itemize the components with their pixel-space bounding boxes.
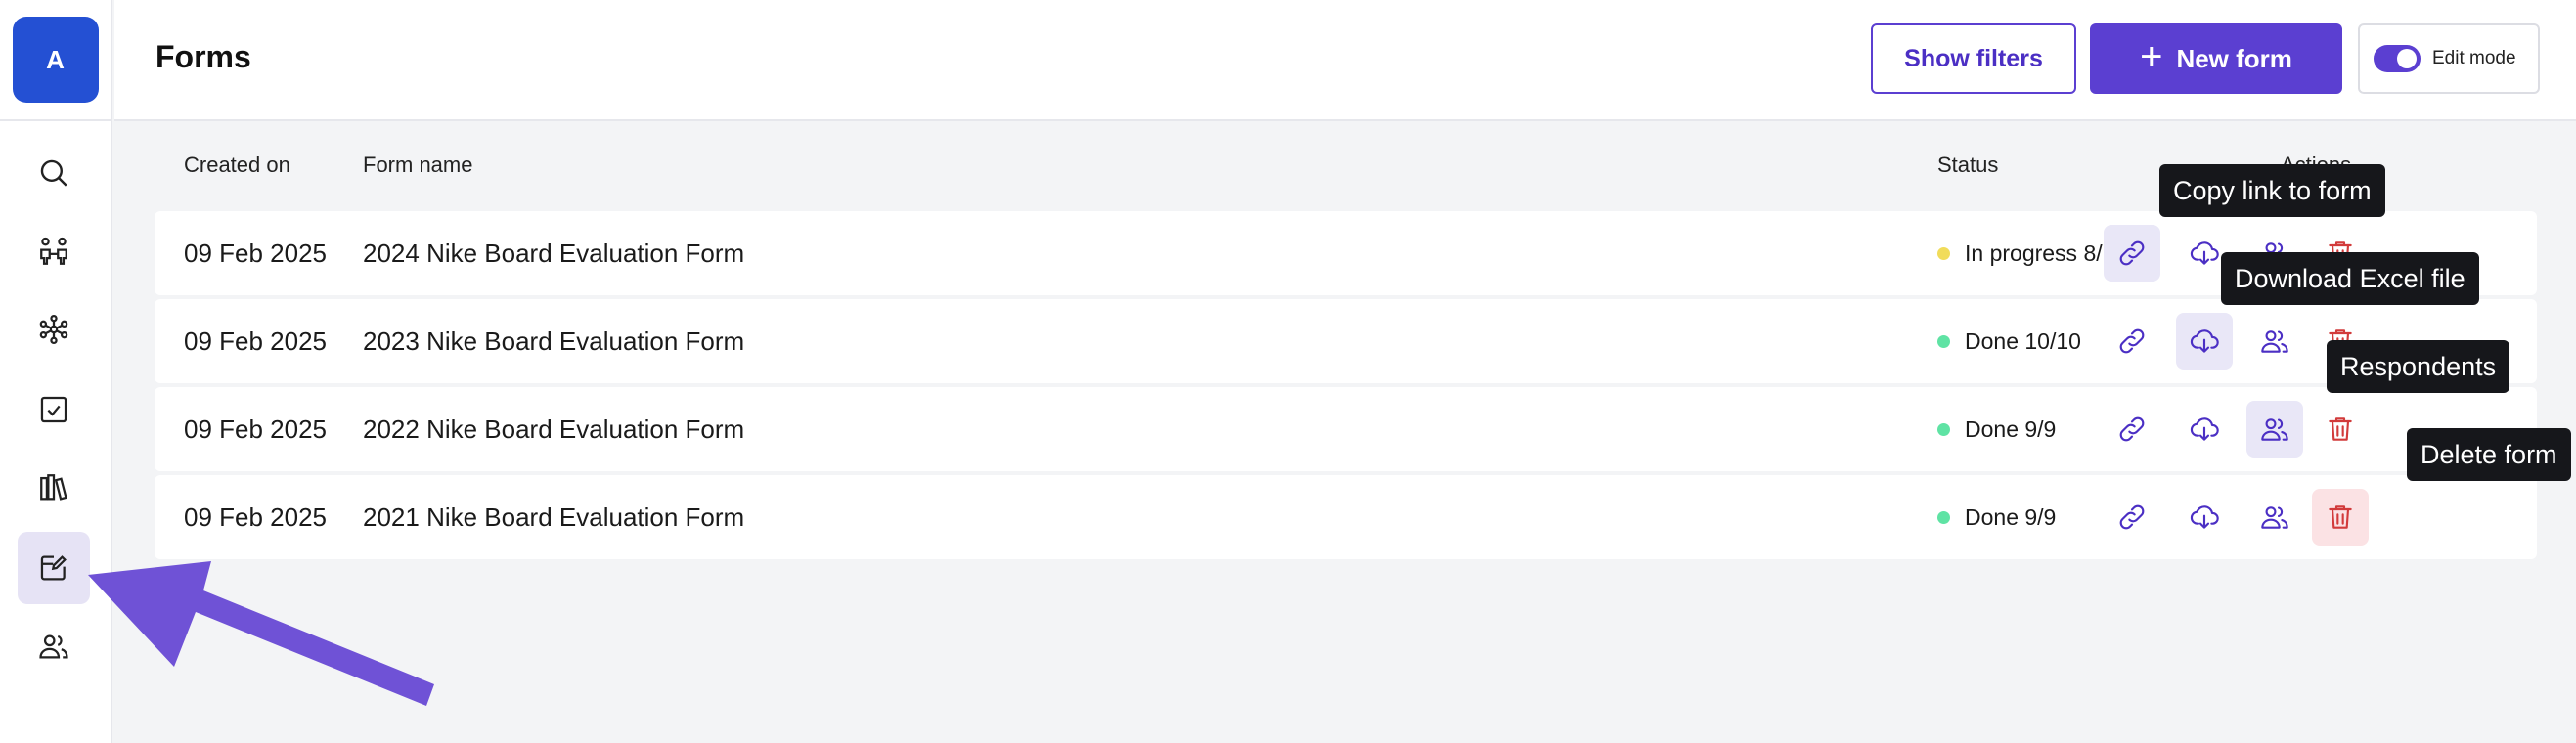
library-icon — [40, 474, 67, 501]
users-icon — [2261, 418, 2288, 441]
logo-area: A — [0, 0, 111, 121]
page-title: Forms — [155, 39, 251, 74]
users-icon — [39, 634, 68, 659]
respondents-button[interactable] — [2246, 401, 2303, 458]
created-on-cell: 09 Feb 2025 — [184, 414, 328, 444]
plus-icon: + — [2140, 35, 2163, 78]
download-excel-button[interactable] — [2176, 489, 2233, 546]
created-on-cell: 09 Feb 2025 — [184, 502, 328, 532]
table-row[interactable]: 09 Feb 2025 2022 Nike Board Evaluation Fo… — [155, 387, 2537, 471]
new-form-label: New form — [2176, 43, 2292, 73]
sidebar: A — [0, 0, 112, 743]
respondents-button[interactable] — [2246, 313, 2303, 370]
edit-mode-label: Edit mode — [2432, 48, 2516, 68]
show-filters-button[interactable]: Show filters — [1871, 23, 2076, 94]
sidebar-item-users[interactable] — [18, 610, 90, 682]
sidebar-item-tasks[interactable] — [18, 373, 90, 446]
status-cell: Done 10/10 — [1937, 299, 2081, 383]
status-text: Done 10/10 — [1965, 328, 2081, 354]
tooltip-respondents: Respondents — [2327, 340, 2510, 393]
created-on-cell: 09 Feb 2025 — [184, 326, 328, 356]
trash-icon — [2329, 505, 2352, 529]
download-excel-button[interactable] — [2176, 313, 2233, 370]
form-edit-icon — [40, 555, 67, 581]
form-name-cell[interactable]: 2021 Nike Board Evaluation Form — [363, 475, 744, 559]
trash-icon — [2329, 417, 2352, 441]
form-name-cell[interactable]: 2022 Nike Board Evaluation Form — [363, 387, 744, 471]
form-name-cell[interactable]: 2024 Nike Board Evaluation Form — [363, 211, 744, 295]
sidebar-item-library[interactable] — [18, 452, 90, 524]
tooltip-copy-link: Copy link to form — [2159, 164, 2385, 217]
users-icon — [2261, 506, 2288, 529]
column-header-status: Status — [1937, 153, 1999, 177]
table-row[interactable]: 09 Feb 2025 2023 Nike Board Evaluation Fo… — [155, 299, 2537, 383]
link-icon — [2119, 504, 2145, 530]
status-cell: Done 9/9 — [1937, 475, 2056, 559]
copy-link-button[interactable] — [2104, 313, 2160, 370]
download-excel-button[interactable] — [2176, 401, 2233, 458]
cloud-download-icon — [2190, 417, 2219, 441]
status-dot — [1937, 246, 1950, 260]
copy-link-button[interactable] — [2104, 401, 2160, 458]
sidebar-item-forms[interactable] — [18, 532, 90, 604]
column-header-form-name: Form name — [363, 153, 473, 177]
edit-mode-toggle[interactable]: Edit mode — [2358, 23, 2540, 94]
sidebar-item-search[interactable] — [18, 137, 90, 209]
status-cell: Done 9/9 — [1937, 387, 2056, 471]
status-text: Done 9/9 — [1965, 503, 2057, 530]
users-icon — [2261, 330, 2288, 353]
created-on-cell: 09 Feb 2025 — [184, 238, 328, 268]
delete-form-button[interactable] — [2312, 489, 2369, 546]
status-cell: In progress 8/10 — [1937, 211, 2127, 295]
cloud-download-icon — [2190, 329, 2219, 353]
tooltip-download-excel: Download Excel file — [2221, 252, 2479, 305]
top-bar: Forms Show filters + New form Edit mode — [114, 0, 2576, 121]
status-dot — [1937, 510, 1950, 524]
link-icon — [2119, 416, 2145, 442]
toggle-switch[interactable] — [2374, 45, 2421, 72]
search-icon — [40, 159, 67, 187]
sidebar-item-people-link[interactable] — [18, 215, 90, 287]
link-icon — [2119, 328, 2145, 354]
workspace-avatar[interactable]: A — [12, 17, 99, 103]
delete-form-button[interactable] — [2312, 401, 2369, 458]
cloud-download-icon — [2190, 241, 2219, 265]
sidebar-item-network[interactable] — [18, 293, 90, 366]
copy-link-button[interactable] — [2104, 225, 2160, 282]
status-dot — [1937, 422, 1950, 436]
form-name-cell[interactable]: 2023 Nike Board Evaluation Form — [363, 299, 744, 383]
tooltip-delete-form: Delete form — [2407, 428, 2571, 481]
table-row[interactable]: 09 Feb 2025 2021 Nike Board Evaluation Fo… — [155, 475, 2537, 559]
link-icon — [2119, 240, 2145, 266]
table-row[interactable]: 09 Feb 2025 2024 Nike Board Evaluation Fo… — [155, 211, 2537, 295]
cloud-download-icon — [2190, 505, 2219, 529]
checkbox-icon — [40, 396, 67, 423]
status-text: Done 9/9 — [1965, 415, 2057, 442]
column-header-created-on: Created on — [184, 153, 290, 177]
people-link-icon — [40, 237, 67, 265]
network-icon — [39, 314, 68, 345]
copy-link-button[interactable] — [2104, 489, 2160, 546]
status-dot — [1937, 334, 1950, 348]
new-form-button[interactable]: + New form — [2090, 23, 2342, 94]
respondents-button[interactable] — [2246, 489, 2303, 546]
